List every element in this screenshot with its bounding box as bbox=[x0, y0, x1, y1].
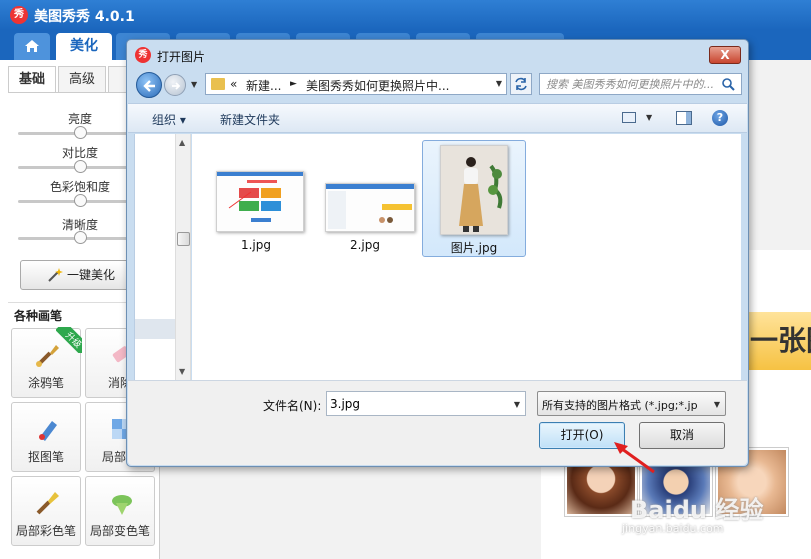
filetype-dropdown-arrow[interactable]: ▼ bbox=[714, 400, 720, 409]
tool-cutout-pen[interactable]: 抠图笔 bbox=[11, 402, 81, 472]
command-bar: 组织 ▾ 新建文件夹 ▼ ? bbox=[128, 103, 747, 133]
subtab-basic[interactable]: 基础 bbox=[8, 66, 56, 92]
view-options-dropdown[interactable]: ▼ bbox=[646, 113, 652, 122]
upgrade-badge: 升级 bbox=[56, 327, 82, 353]
navigation-pane bbox=[134, 134, 175, 380]
open-image-dialog: 秀 打开图片 X ▼ « 新建... ► 美图秀秀如何更换照片中... ▼ 搜索… bbox=[126, 39, 749, 467]
address-bar[interactable]: « 新建... ► 美图秀秀如何更换照片中... ▼ bbox=[205, 73, 507, 95]
home-icon bbox=[25, 40, 39, 52]
search-icon[interactable] bbox=[721, 77, 735, 91]
file-thumbnail bbox=[216, 171, 304, 232]
search-input[interactable] bbox=[546, 76, 716, 92]
file-thumbnail bbox=[325, 183, 415, 232]
breadcrumb-current-folder[interactable]: 美图秀秀如何更换照片中... bbox=[306, 77, 449, 94]
filename-input[interactable] bbox=[330, 396, 500, 412]
dialog-app-icon: 秀 bbox=[135, 47, 151, 63]
refresh-button[interactable] bbox=[510, 73, 532, 95]
file-item[interactable]: 1.jpg bbox=[204, 140, 308, 257]
annotation-arrow-icon bbox=[614, 442, 655, 474]
file-name: 图片.jpg bbox=[450, 241, 498, 255]
navigation-scrollbar[interactable]: ▲ ▼ bbox=[175, 134, 191, 380]
tool-local-recolor-pen[interactable]: 局部变色笔 bbox=[85, 476, 155, 546]
tool-local-color-pen-label: 局部彩色笔 bbox=[15, 524, 76, 538]
scroll-up-arrow[interactable]: ▲ bbox=[179, 138, 185, 147]
breadcrumb-separator: ► bbox=[290, 79, 297, 89]
breadcrumb-new[interactable]: 新建... bbox=[246, 77, 281, 94]
app-logo-icon: 秀 bbox=[10, 6, 28, 24]
preview-pane-icon[interactable] bbox=[676, 111, 692, 125]
filetype-select[interactable]: 所有支持的图片格式 (*.jpg;*.jp ▼ bbox=[537, 391, 726, 416]
dialog-close-button[interactable]: X bbox=[709, 46, 741, 64]
change-view-icon[interactable] bbox=[622, 112, 636, 123]
scroll-down-arrow[interactable]: ▼ bbox=[179, 367, 185, 376]
help-icon[interactable]: ? bbox=[712, 110, 728, 126]
baidu-watermark: Baidu 经验 bbox=[630, 496, 764, 524]
screenshot-thumbnail-image bbox=[326, 184, 414, 231]
filename-history-dropdown[interactable]: ▼ bbox=[514, 400, 520, 409]
file-item[interactable]: 2.jpg bbox=[313, 140, 417, 257]
screenshot-thumbnail-image bbox=[217, 172, 303, 231]
upgrade-badge-text: 升级 bbox=[56, 327, 82, 353]
paint-bucket-icon bbox=[112, 495, 132, 515]
filename-combo[interactable]: ▼ bbox=[326, 391, 526, 416]
arrow-left-icon bbox=[143, 80, 155, 92]
tool-local-recolor-pen-label: 局部变色笔 bbox=[89, 524, 150, 538]
arrow-right-icon bbox=[172, 82, 181, 90]
scroll-thumb[interactable] bbox=[177, 232, 190, 246]
file-name: 1.jpg bbox=[240, 238, 272, 252]
search-box[interactable] bbox=[539, 73, 742, 95]
organize-menu[interactable]: 组织 ▾ bbox=[152, 111, 186, 128]
recent-locations-dropdown[interactable]: ▼ bbox=[191, 80, 197, 89]
back-button[interactable] bbox=[136, 72, 162, 98]
tool-doodle-pen[interactable]: 升级 涂鸦笔 bbox=[11, 327, 82, 398]
forward-button[interactable] bbox=[164, 74, 186, 96]
slider-knob-contrast[interactable] bbox=[74, 160, 87, 173]
promo-banner[interactable]: 一张图 bbox=[748, 312, 811, 370]
file-item-selected[interactable]: 图片.jpg bbox=[422, 140, 526, 257]
filetype-value: 所有支持的图片格式 (*.jpg;*.jp bbox=[542, 399, 698, 412]
brush-section-title: 各种画笔 bbox=[14, 309, 63, 323]
app-title: 美图秀秀 4.0.1 bbox=[34, 9, 135, 25]
baidu-watermark-url: jingyan.baidu.com bbox=[622, 522, 724, 535]
slider-knob-saturation[interactable] bbox=[74, 194, 87, 207]
breadcrumb-overflow[interactable]: « bbox=[230, 77, 237, 91]
subtab-advanced[interactable]: 高级 bbox=[58, 66, 106, 92]
address-dropdown[interactable]: ▼ bbox=[496, 79, 502, 88]
paintbrush-icon bbox=[36, 492, 59, 515]
navigation-pane-item[interactable] bbox=[135, 319, 175, 339]
app-titlebar: 秀 美图秀秀 4.0.1 bbox=[0, 0, 811, 30]
filename-label: 文件名(N): bbox=[263, 399, 322, 413]
slider-knob-sharpness[interactable] bbox=[74, 231, 87, 244]
cutout-pen-icon bbox=[39, 421, 57, 441]
folder-icon bbox=[211, 78, 225, 90]
slider-knob-brightness[interactable] bbox=[74, 126, 87, 139]
tab-beautify[interactable]: 美化 bbox=[56, 33, 112, 60]
tool-local-color-pen[interactable]: 局部彩色笔 bbox=[11, 476, 81, 546]
refresh-icon bbox=[515, 77, 527, 91]
photo-thumbnail-image bbox=[441, 146, 507, 234]
file-list: 1.jpg 2.jpg 图片.jpg bbox=[192, 134, 741, 380]
file-name: 2.jpg bbox=[349, 238, 381, 252]
tool-doodle-pen-label: 涂鸦笔 bbox=[27, 376, 64, 390]
oneclick-beautify-label: 一键美化 bbox=[67, 268, 116, 282]
tool-cutout-pen-label: 抠图笔 bbox=[27, 450, 64, 464]
dialog-title: 打开图片 bbox=[157, 50, 206, 64]
magic-wand-icon bbox=[48, 268, 63, 282]
new-folder-button[interactable]: 新建文件夹 bbox=[220, 111, 280, 128]
home-tab[interactable] bbox=[14, 33, 50, 60]
file-thumbnail bbox=[440, 145, 508, 235]
